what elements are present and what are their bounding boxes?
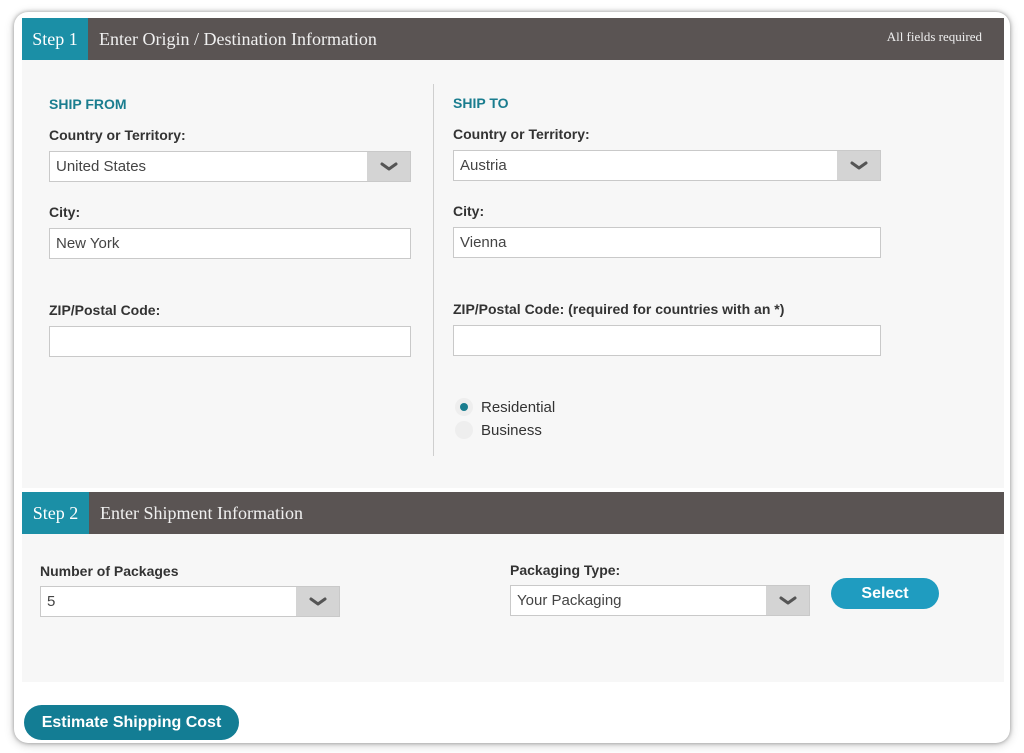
estimate-shipping-cost-button[interactable]: Estimate Shipping Cost: [24, 705, 239, 740]
chevron-down-icon[interactable]: [367, 152, 410, 181]
step1-title: Enter Origin / Destination Information: [99, 29, 377, 49]
radio-label-business: Business: [481, 421, 542, 439]
packaging-type-select[interactable]: Your Packaging: [510, 585, 810, 616]
required-note: All fields required: [886, 29, 982, 44]
ship-from-country-value: United States: [56, 158, 147, 175]
column-divider: [433, 84, 434, 456]
radio-button-checked[interactable]: [455, 398, 473, 416]
step2-tab: Step 2: [22, 492, 89, 534]
packages-label: Number of Packages: [40, 563, 179, 579]
chevron-down-icon[interactable]: [766, 586, 809, 615]
radio-business[interactable]: Business: [455, 421, 542, 439]
ship-from-city-label: City:: [49, 204, 81, 220]
ship-to-country-label: Country or Territory:: [453, 126, 590, 142]
step2-title: Enter Shipment Information: [100, 503, 303, 523]
radio-label-residential: Residential: [481, 398, 556, 416]
ship-from-country-label: Country or Territory:: [49, 127, 186, 143]
step2-header: Step 2 Enter Shipment Information: [22, 492, 1004, 534]
packaging-type-value: Your Packaging: [517, 592, 622, 609]
chevron-down-icon[interactable]: [837, 151, 880, 180]
packages-value: 5: [47, 593, 56, 610]
ship-from-zip-label: ZIP/Postal Code:: [49, 302, 161, 318]
ship-from-heading: SHIP FROM: [49, 96, 127, 112]
shipping-estimator-frame: Step 1 Enter Origin / Destination Inform…: [14, 12, 1010, 743]
ship-to-heading: SHIP TO: [453, 95, 509, 111]
select-button[interactable]: Select: [831, 578, 939, 609]
ship-to-zip-input[interactable]: [453, 325, 881, 356]
ship-to-zip-label: ZIP/Postal Code: (required for countries…: [453, 301, 785, 317]
ship-from-city-input[interactable]: [49, 228, 411, 259]
ship-to-country-select[interactable]: Austria: [453, 150, 881, 181]
radio-button-unchecked[interactable]: [455, 421, 473, 439]
step1-tab: Step 1: [22, 18, 88, 60]
chevron-down-icon[interactable]: [296, 587, 339, 616]
packages-select[interactable]: 5: [40, 586, 340, 617]
ship-from-zip-input[interactable]: [49, 326, 411, 357]
ship-to-city-label: City:: [453, 203, 485, 219]
ship-to-country-value: Austria: [460, 157, 507, 174]
step1-header: Step 1 Enter Origin / Destination Inform…: [22, 18, 1004, 60]
ship-from-country-select[interactable]: United States: [49, 151, 411, 182]
ship-to-city-input[interactable]: [453, 227, 881, 258]
radio-residential[interactable]: Residential: [455, 398, 555, 416]
packaging-type-label: Packaging Type:: [510, 562, 621, 578]
step1-panel: Step 1 Enter Origin / Destination Inform…: [22, 18, 1004, 488]
